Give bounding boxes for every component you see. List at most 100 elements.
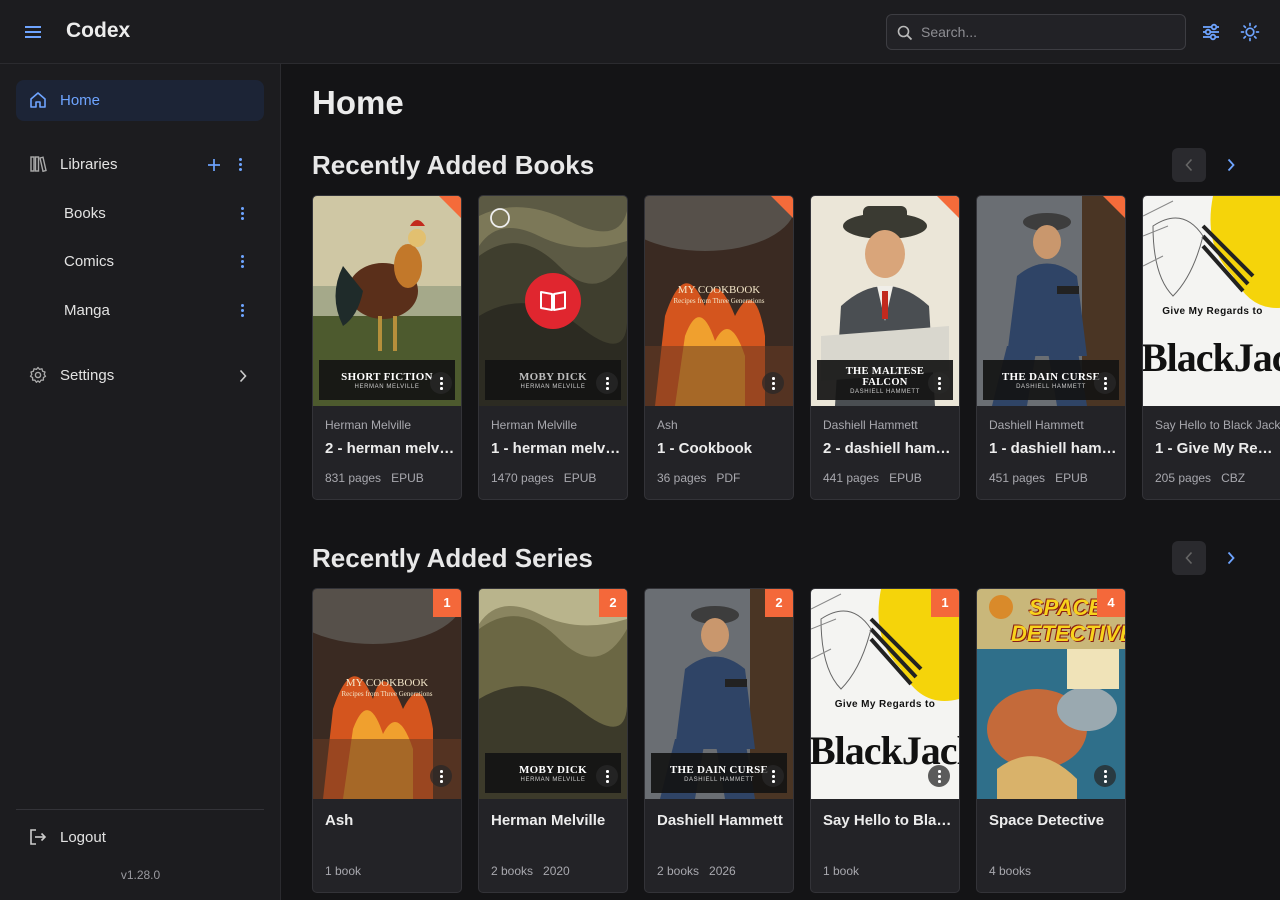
card-more-icon[interactable] — [928, 372, 950, 394]
series-cover[interactable]: 2 MOBY DICK HERMAN MELVILLE — [479, 589, 627, 799]
book-pages: 1470 pages — [491, 471, 554, 485]
series-card[interactable]: Give My Regards to BlackJack 1 Say Hello… — [810, 588, 960, 893]
unread-corner — [1103, 196, 1125, 218]
nav-libraries-label: Libraries — [60, 156, 118, 173]
libraries-more-icon[interactable] — [233, 156, 247, 174]
app-title[interactable]: Codex — [66, 19, 130, 43]
card-more-icon[interactable] — [430, 765, 452, 787]
cover-subtitle-text: Recipes from Three Generations — [673, 297, 765, 305]
nav-home-label: Home — [60, 92, 101, 109]
series-name[interactable]: Space Detective — [989, 812, 1121, 829]
series-section-title: Recently Added Series — [312, 543, 593, 573]
series-cover[interactable]: SPACE DETECTIVE 4 — [977, 589, 1125, 799]
cover-subtitle-text: Give My Regards to — [1162, 306, 1263, 317]
series-card[interactable]: MY COOKBOOK Recipes from Three Generatio… — [312, 588, 462, 893]
series-next-button[interactable] — [1214, 541, 1248, 575]
sidebar-item-manga[interactable]: Manga — [16, 291, 264, 331]
book-meta: 451 pages EPUB — [989, 471, 1088, 485]
series-book-count: 2 books — [491, 864, 534, 878]
series-count-badge: 1 — [433, 589, 461, 617]
card-more-icon[interactable] — [1094, 765, 1116, 787]
chevron-right-icon — [1227, 158, 1235, 172]
read-book-icon[interactable] — [524, 272, 582, 330]
series-count-badge: 4 — [1097, 589, 1125, 617]
book-card[interactable]: MOBY DICK HERMAN MELVILLE Herman Melvill… — [478, 195, 628, 500]
card-more-icon[interactable] — [1094, 372, 1116, 394]
search-input[interactable] — [921, 15, 1176, 49]
book-card[interactable]: Give My Regards to BlackJack Say Hello t… — [1142, 195, 1280, 500]
card-more-icon[interactable] — [762, 765, 784, 787]
series-name[interactable]: Say Hello to Black Jack — [823, 812, 955, 829]
book-card[interactable]: SHORT FICTION HERMAN MELVILLE Herman Mel… — [312, 195, 462, 500]
book-cover[interactable]: MY COOKBOOK Recipes from Three Generatio… — [645, 196, 793, 406]
nav-libraries[interactable]: Libraries — [16, 145, 264, 185]
series-cover[interactable]: Give My Regards to BlackJack 1 — [811, 589, 959, 799]
book-title[interactable]: 2 - herman melville — [325, 440, 457, 457]
unread-corner — [771, 196, 793, 218]
books-section-title: Recently Added Books — [312, 150, 595, 180]
sidebar-item-books[interactable]: Books — [16, 194, 264, 234]
book-card[interactable]: THE DAIN CURSE DASHIELL HAMMETT Dashiell… — [976, 195, 1126, 500]
book-cover[interactable]: Give My Regards to BlackJack — [1143, 196, 1280, 406]
top-app-bar: Codex — [0, 0, 1280, 64]
nav-settings[interactable]: Settings — [16, 356, 264, 396]
series-card[interactable]: 2 THE DAIN CURSE DASHIELL HAMMETT Dashie… — [644, 588, 794, 893]
nav-home[interactable]: Home — [16, 80, 264, 121]
comics-more-icon[interactable] — [235, 253, 249, 271]
book-card[interactable]: MY COOKBOOK Recipes from Three Generatio… — [644, 195, 794, 500]
series-cover[interactable]: 2 THE DAIN CURSE DASHIELL HAMMETT — [645, 589, 793, 799]
books-next-button[interactable] — [1214, 148, 1248, 182]
series-book-count: 1 book — [823, 864, 860, 878]
series-name[interactable]: Herman Melville — [491, 812, 623, 829]
book-format: CBZ — [1221, 471, 1246, 485]
nav-settings-label: Settings — [60, 367, 115, 384]
card-more-icon[interactable] — [762, 372, 784, 394]
book-title[interactable]: 1 - dashiell hammett — [989, 440, 1121, 457]
series-prev-button[interactable] — [1172, 541, 1206, 575]
series-card[interactable]: 2 MOBY DICK HERMAN MELVILLE Herman Melvi… — [478, 588, 628, 893]
sidebar-item-label: Books — [64, 205, 106, 222]
gear-icon — [29, 366, 47, 383]
book-pages: 36 pages — [657, 471, 707, 485]
search-icon — [897, 25, 913, 41]
add-library-icon[interactable] — [207, 158, 221, 172]
search-box[interactable] — [886, 14, 1186, 50]
series-name[interactable]: Dashiell Hammett — [657, 812, 789, 829]
book-card[interactable]: THE MALTESE FALCON DASHIELL HAMMETT Dash… — [810, 195, 960, 500]
book-author: Say Hello to Black Jack — [1155, 418, 1280, 432]
book-title[interactable]: 1 - Cookbook — [657, 440, 789, 457]
book-cover[interactable]: SHORT FICTION HERMAN MELVILLE — [313, 196, 461, 406]
card-more-icon[interactable] — [596, 765, 618, 787]
sidebar-item-comics[interactable]: Comics — [16, 242, 264, 282]
series-card[interactable]: SPACE DETECTIVE 4 Space Detective 4 book… — [976, 588, 1126, 893]
card-more-icon[interactable] — [928, 765, 950, 787]
logout-icon — [30, 829, 47, 845]
manga-more-icon[interactable] — [235, 302, 249, 320]
unread-corner — [439, 196, 461, 218]
series-cover[interactable]: MY COOKBOOK Recipes from Three Generatio… — [313, 589, 461, 799]
select-circle-icon[interactable] — [489, 207, 511, 229]
filter-settings-icon[interactable] — [1201, 22, 1221, 42]
books-prev-button[interactable] — [1172, 148, 1206, 182]
books-more-icon[interactable] — [235, 205, 249, 223]
book-cover[interactable]: THE DAIN CURSE DASHIELL HAMMETT — [977, 196, 1125, 406]
theme-sun-icon[interactable] — [1240, 22, 1260, 42]
cover-subtitle-text: Recipes from Three Generations — [341, 690, 433, 698]
book-title[interactable]: 1 - Give My Regards to Black Jack — [1155, 440, 1279, 457]
card-more-icon[interactable] — [430, 372, 452, 394]
menu-icon[interactable] — [24, 23, 42, 41]
series-count-badge: 1 — [931, 589, 959, 617]
logout-button[interactable]: Logout — [16, 818, 264, 858]
book-title[interactable]: 1 - herman melville — [491, 440, 623, 457]
book-format: EPUB — [889, 471, 922, 485]
series-name[interactable]: Ash — [325, 812, 457, 829]
cover-subtitle-text: Give My Regards to — [834, 699, 936, 710]
main-content: Home Recently Added Books SHORT FICTION … — [282, 64, 1280, 900]
book-cover[interactable]: MOBY DICK HERMAN MELVILLE — [479, 196, 627, 406]
card-more-icon[interactable] — [596, 372, 618, 394]
libraries-icon — [30, 156, 47, 173]
series-meta: 1 book — [823, 864, 859, 878]
book-cover[interactable]: THE MALTESE FALCON DASHIELL HAMMETT — [811, 196, 959, 406]
app-version: v1.28.0 — [120, 868, 161, 882]
book-title[interactable]: 2 - dashiell hammett — [823, 440, 955, 457]
